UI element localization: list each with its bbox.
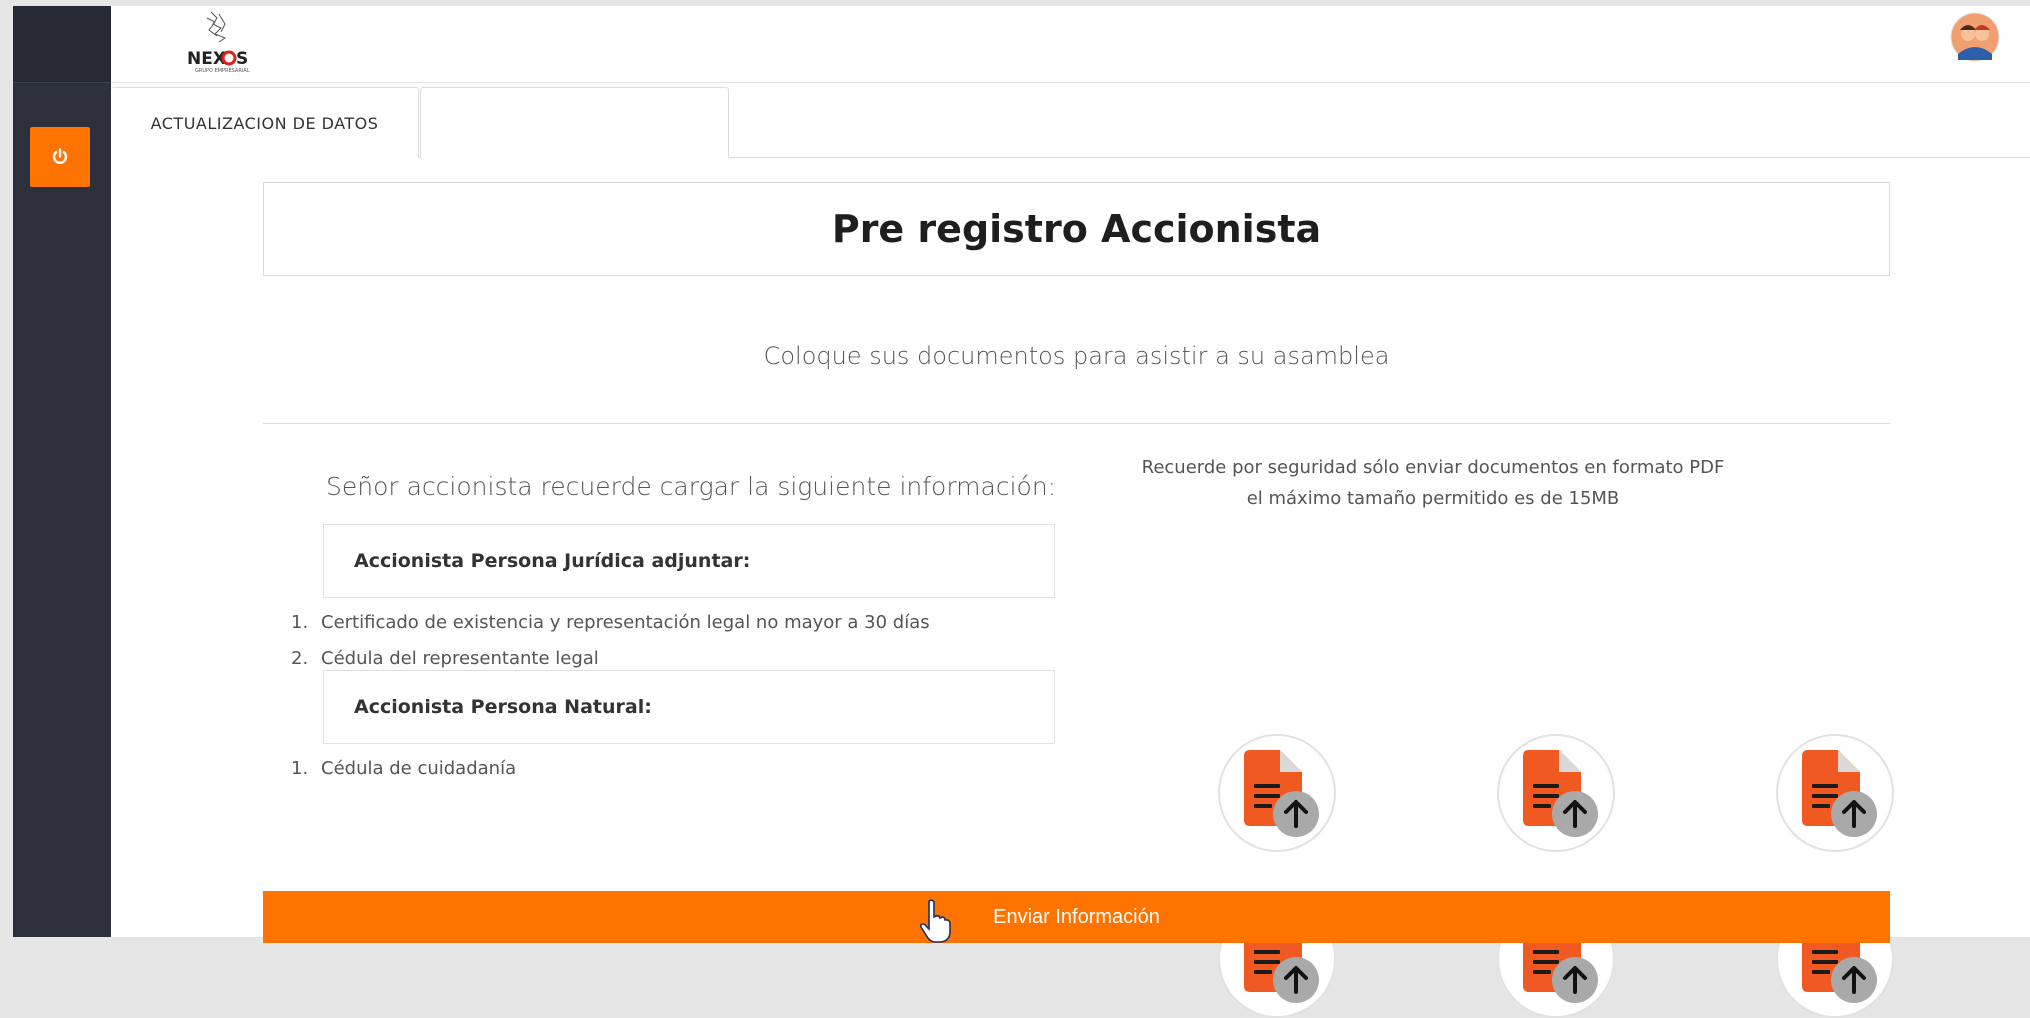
title-panel: Pre registro Accionista [263, 182, 1890, 276]
sidebar-header [13, 6, 111, 83]
upload-slot[interactable] [1218, 734, 1336, 852]
tab-empty[interactable] [420, 87, 729, 158]
user-avatar[interactable] [1950, 12, 2000, 62]
juridica-heading-box: Accionista Persona Jurídica adjuntar: [323, 524, 1055, 598]
top-bar: NEX S GRUPO EMPRESARIAL [111, 6, 2030, 83]
tab-bar: ACTUALIZACION DE DATOS [111, 83, 2030, 158]
upload-document-icon [1523, 750, 1598, 837]
logout-button[interactable] [30, 127, 90, 187]
tab-actualizacion-datos[interactable]: ACTUALIZACION DE DATOS [111, 87, 419, 158]
svg-text:GRUPO EMPRESARIAL: GRUPO EMPRESARIAL [195, 68, 250, 74]
hand-cursor-icon [919, 899, 951, 943]
page-title: Pre registro Accionista [831, 207, 1322, 251]
power-icon [52, 148, 68, 164]
list-item: 1. Certificado de existencia y representa… [291, 612, 930, 633]
upload-document-icon [1802, 750, 1877, 837]
list-item: 1. Cédula de cuidadanía [291, 758, 517, 779]
page-subtitle: Coloque sus documentos para asistir a su… [763, 342, 1390, 370]
natural-heading-box: Accionista Persona Natural: [323, 670, 1055, 744]
reminder-text: Señor accionista recuerde cargar la sigu… [326, 472, 1057, 501]
send-info-button[interactable]: Enviar Información [263, 891, 1890, 943]
app-window: NEX S GRUPO EMPRESARIAL ACTUALIZACION DE… [13, 6, 2030, 1018]
upload-slot[interactable] [1776, 734, 1894, 852]
divider [263, 423, 1890, 424]
upload-document-icon [1244, 750, 1319, 837]
pdf-note: Recuerde por seguridad sólo enviar docum… [1141, 457, 1725, 509]
svg-text:NEX: NEX [187, 49, 226, 69]
sidebar [13, 6, 111, 937]
upload-slot[interactable] [1497, 734, 1615, 852]
svg-text:S: S [236, 49, 248, 69]
nexos-logo: NEX S GRUPO EMPRESARIAL [187, 11, 250, 74]
tab-label: ACTUALIZACION DE DATOS [150, 113, 379, 133]
juridica-heading: Accionista Persona Jurídica adjuntar: [354, 550, 751, 572]
list-item: 2. Cédula del representante legal [291, 648, 599, 669]
natural-heading: Accionista Persona Natural: [354, 696, 652, 718]
